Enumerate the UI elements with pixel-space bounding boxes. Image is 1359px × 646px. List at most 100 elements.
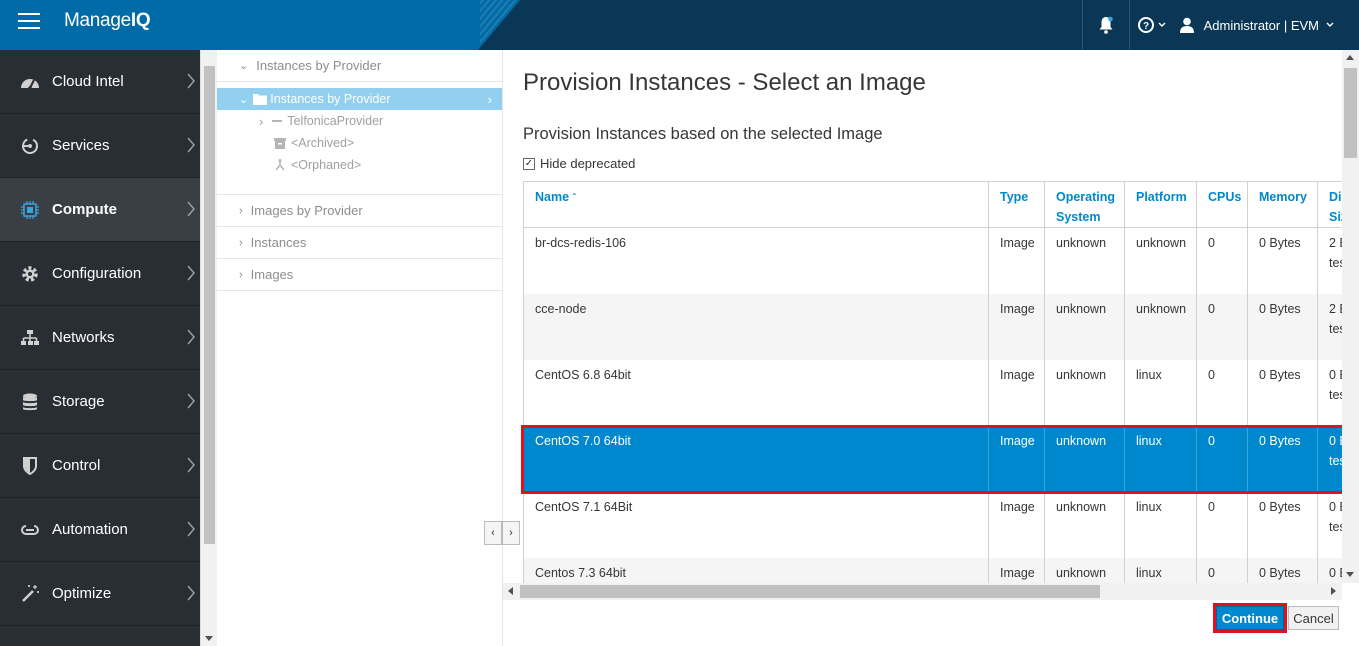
nav-item-automation[interactable]: Automation xyxy=(0,498,200,562)
continue-button[interactable]: Continue xyxy=(1216,606,1284,630)
column-header-name[interactable]: Name ˆ xyxy=(523,181,989,228)
svg-text:?: ? xyxy=(1143,21,1149,32)
cell-disk: 0 Btes xyxy=(1317,557,1342,583)
horizontal-scrollbar-thumb[interactable] xyxy=(520,585,1100,598)
accordion-instances[interactable]: › Instances xyxy=(217,227,502,259)
cell-platform: linux xyxy=(1124,425,1197,492)
accordion-instances-by-provider[interactable]: ⌄ Instances by Provider xyxy=(217,50,502,82)
scroll-right-arrow-icon[interactable] xyxy=(1331,587,1337,595)
cell-memory: 0 Bytes xyxy=(1247,425,1318,492)
hide-deprecated-label: Hide deprecated xyxy=(540,156,636,171)
hide-deprecated-toggle[interactable]: ✓ Hide deprecated xyxy=(523,156,635,171)
brand-logo[interactable]: ManageIQ xyxy=(64,10,151,32)
nav-item-compute[interactable]: Compute xyxy=(0,178,200,242)
chevron-right-icon: › xyxy=(487,91,492,107)
cell-type: Image xyxy=(988,359,1045,426)
page-title: Provision Instances - Select an Image xyxy=(523,69,926,96)
chevron-right-icon xyxy=(187,457,195,473)
content-vertical-scrollbar[interactable] xyxy=(1342,50,1359,583)
cell-cpus: 0 xyxy=(1196,557,1248,583)
services-icon xyxy=(20,136,40,156)
notifications-bell-icon[interactable] xyxy=(1083,0,1129,50)
network-icon xyxy=(20,328,40,348)
section-subtitle: Provision Instances based on the selecte… xyxy=(523,125,883,143)
tree-node-label: TelfonicaProvider xyxy=(287,114,384,128)
scroll-down-arrow-icon[interactable] xyxy=(205,636,213,642)
scroll-down-arrow-icon[interactable] xyxy=(1346,572,1354,578)
nav-label: Configuration xyxy=(52,265,142,282)
grid-header-row: Name ˆ Type Operating System Platform CP… xyxy=(523,181,1342,228)
chevron-down-icon[interactable]: ⌄ xyxy=(239,93,248,106)
top-navbar: ManageIQ ? Administrator | EVM xyxy=(0,0,1359,50)
collapse-left-button[interactable]: ‹ xyxy=(484,521,502,545)
table-row[interactable]: Centos 7.3 64bit Image unknown linux 0 0… xyxy=(523,557,1342,583)
scroll-up-arrow-icon[interactable] xyxy=(1346,55,1354,61)
nav-item-configuration[interactable]: Configuration xyxy=(0,242,200,306)
nav-item-storage[interactable]: Storage xyxy=(0,370,200,434)
column-header-memory[interactable]: Memory xyxy=(1247,181,1318,228)
cell-name: Centos 7.3 64bit xyxy=(523,557,989,583)
table-row[interactable]: CentOS 7.1 64Bit Image unknown linux 0 0… xyxy=(523,491,1342,558)
cell-name: cce-node xyxy=(523,293,989,360)
accordion-title: Images xyxy=(250,267,294,282)
nav-label: Compute xyxy=(52,201,117,218)
cell-cpus: 0 xyxy=(1196,491,1248,558)
tree-node-label: Instances by Provider xyxy=(270,92,391,106)
cell-name: CentOS 6.8 64bit xyxy=(523,359,989,426)
column-header-disk-size[interactable]: Disk Size xyxy=(1317,181,1342,228)
column-header-cpus[interactable]: CPUs xyxy=(1196,181,1248,228)
nav-label: Control xyxy=(52,457,101,474)
help-menu[interactable]: ? xyxy=(1130,0,1176,50)
cell-os: unknown xyxy=(1044,293,1125,360)
nav-item-services[interactable]: Services xyxy=(0,114,200,178)
cell-memory: 0 Bytes xyxy=(1247,557,1318,583)
user-icon xyxy=(1179,17,1194,33)
chevron-right-icon xyxy=(187,585,195,601)
cell-disk: 2 Btes xyxy=(1317,293,1342,360)
tree-node-root[interactable]: ⌄ Instances by Provider › xyxy=(217,88,502,110)
cancel-button[interactable]: Cancel xyxy=(1288,606,1339,630)
table-row[interactable]: cce-node Image unknown unknown 0 0 Bytes… xyxy=(523,293,1342,360)
shield-icon xyxy=(20,456,40,476)
tree-node-archived[interactable]: <Archived> xyxy=(217,132,502,154)
tree-node-telfonica[interactable]: › TelfonicaProvider xyxy=(217,110,502,132)
cell-platform: unknown xyxy=(1124,227,1197,294)
nav-item-optimize[interactable]: Optimize xyxy=(0,562,200,626)
cell-type: Image xyxy=(988,293,1045,360)
cell-platform: linux xyxy=(1124,557,1197,583)
nav-label: Networks xyxy=(52,329,115,346)
accordion-images[interactable]: › Images xyxy=(217,259,502,291)
cell-disk: 0 Btes xyxy=(1317,425,1342,492)
column-header-platform[interactable]: Platform xyxy=(1124,181,1197,228)
scroll-left-arrow-icon[interactable] xyxy=(508,587,514,595)
cell-name: CentOS 7.1 64Bit xyxy=(523,491,989,558)
archive-icon xyxy=(274,137,286,149)
nav-scrollbar[interactable] xyxy=(200,50,217,646)
nav-item-control[interactable]: Control xyxy=(0,434,200,498)
accordion-title: Instances by Provider xyxy=(256,58,382,73)
chevron-right-icon[interactable]: › xyxy=(259,114,263,129)
hide-deprecated-checkbox[interactable]: ✓ xyxy=(523,157,535,170)
vertical-scrollbar-thumb[interactable] xyxy=(1344,68,1357,158)
cell-disk: 0 Btes xyxy=(1317,491,1342,558)
nav-item-cloud-intel[interactable]: Cloud Intel xyxy=(0,50,200,114)
database-icon xyxy=(20,392,40,412)
table-row-selected[interactable]: CentOS 7.0 64bit Image unknown linux 0 0… xyxy=(523,425,1342,492)
tree-node-orphaned[interactable]: <Orphaned> xyxy=(217,154,502,176)
hamburger-menu-icon[interactable] xyxy=(18,13,40,31)
chevron-right-icon xyxy=(187,201,195,217)
accordion-images-by-provider[interactable]: › Images by Provider xyxy=(217,195,502,227)
table-row[interactable]: br-dcs-redis-106 Image unknown unknown 0… xyxy=(523,227,1342,294)
grid-horizontal-scrollbar[interactable] xyxy=(503,583,1342,600)
nav-scrollbar-thumb[interactable] xyxy=(204,66,215,544)
user-menu[interactable]: Administrator | EVM xyxy=(1176,0,1359,50)
nav-item-networks[interactable]: Networks xyxy=(0,306,200,370)
chevron-down-icon xyxy=(1158,22,1166,27)
cell-disk: 0 Btes xyxy=(1317,359,1342,426)
cell-type: Image xyxy=(988,557,1045,583)
tree-node-label: <Archived> xyxy=(291,136,355,150)
table-row[interactable]: CentOS 6.8 64bit Image unknown linux 0 0… xyxy=(523,359,1342,426)
column-header-type[interactable]: Type xyxy=(988,181,1045,228)
column-header-os[interactable]: Operating System xyxy=(1044,181,1125,228)
user-label: Administrator | EVM xyxy=(1203,17,1319,33)
